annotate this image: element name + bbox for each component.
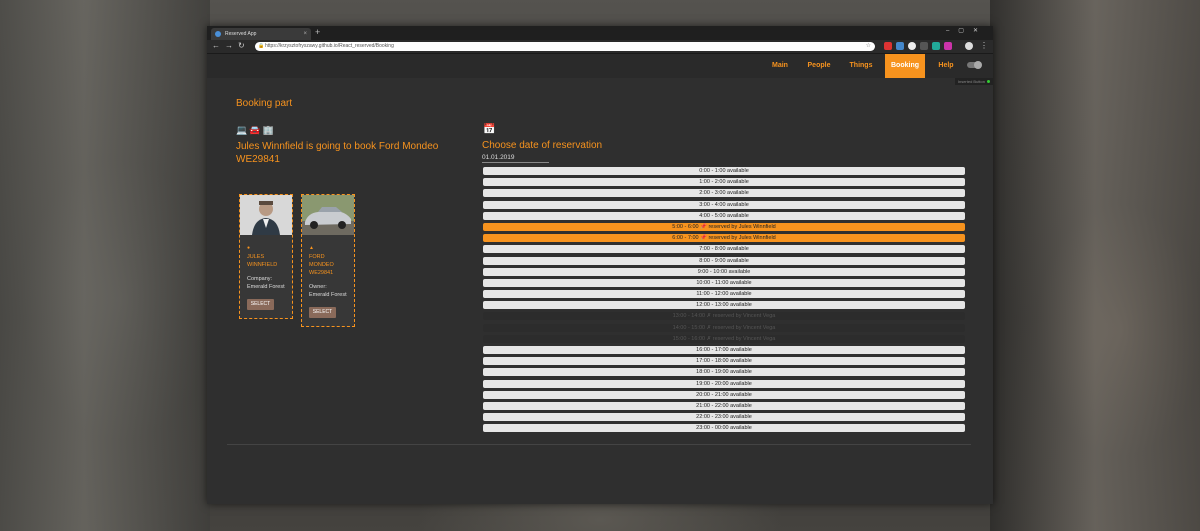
date-input[interactable]: 01.01.2019 (482, 154, 549, 163)
new-tab-icon[interactable]: + (315, 27, 320, 37)
time-slot: 15:00 - 16:00 ✗ reserved by Vincent Vega (483, 334, 965, 343)
nav-booking[interactable]: Booking (885, 54, 925, 78)
building-icon: 🏢 (262, 125, 276, 135)
browser-window: Reserved App × + –▢✕ ← → ↻ 🔒 https://krz… (207, 26, 993, 504)
person-card: ● JULES WINNFIELD Company: Emerald Forest … (239, 194, 293, 319)
time-slot[interactable]: 10:00 - 11:00 available (483, 278, 965, 287)
url-field[interactable]: 🔒 https://krzysztofryszawy.github.io/Rea… (255, 42, 875, 51)
time-slot[interactable]: 0:00 - 1:00 available (483, 167, 965, 175)
tab-title: Reserved App (225, 31, 257, 37)
thing-card: ▲ FORD MONDEO WE29841 Owner: Emerald Forest… (301, 194, 355, 327)
nav-people[interactable]: People (802, 54, 836, 78)
url-text: https://krzysztofryszawy.github.io/React… (265, 43, 394, 49)
select-person-button[interactable]: SELECT (247, 299, 274, 310)
browser-tab[interactable]: Reserved App × (211, 28, 311, 40)
browser-titlebar: Reserved App × + –▢✕ (207, 26, 993, 40)
person-company: Company: Emerald Forest (247, 276, 285, 290)
forward-icon[interactable]: → (225, 41, 233, 50)
profile-avatar[interactable] (965, 42, 973, 50)
user-icon: ● (247, 245, 251, 251)
extension-icon[interactable] (896, 42, 904, 50)
time-slot-list: 0:00 - 1:00 available 1:00 - 2:00 availab… (483, 167, 965, 436)
time-slot[interactable]: 1:00 - 2:00 available (483, 178, 965, 187)
time-slot[interactable]: 19:00 - 20:00 available (483, 379, 965, 388)
menu-icon[interactable]: ⋮ (980, 41, 988, 50)
person-name: JULES WINNFIELD (247, 254, 278, 268)
nav-main[interactable]: Main (765, 54, 795, 78)
lock-icon: 🔒 (258, 43, 265, 49)
app-navbar: Main People Things Booking Help Inserted… (207, 54, 993, 85)
nav-help[interactable]: Help (932, 54, 960, 78)
extension-icon[interactable] (944, 42, 952, 50)
laptop-icon: 💻 (236, 125, 250, 135)
time-slot[interactable]: 16:00 - 17:00 available (483, 346, 965, 354)
address-bar: ← → ↻ 🔒 https://krzysztofryszawy.github.… (207, 40, 993, 54)
background-right (990, 0, 1200, 531)
thing-name: FORD MONDEO WE29841 (309, 254, 334, 276)
time-slot[interactable]: 8:00 - 9:00 available (483, 256, 965, 265)
car-small-icon: ▲ (309, 245, 314, 251)
time-slot: 13:00 - 14:00 ✗ reserved by Vincent Vega (483, 312, 965, 321)
choose-date-title: Choose date of reservation (482, 140, 603, 151)
time-slot[interactable]: 23:00 - 00:00 available (483, 424, 965, 433)
time-slot[interactable]: 18:00 - 19:00 available (483, 368, 965, 377)
time-slot[interactable]: 2:00 - 3:00 available (483, 189, 965, 198)
theme-toggle[interactable] (967, 61, 982, 69)
time-slot[interactable]: 12:00 - 13:00 available (483, 301, 965, 310)
reload-icon[interactable]: ↻ (238, 41, 245, 50)
car-icon: 🚘 (249, 125, 263, 135)
resource-icons: 💻🚘🏢 (236, 125, 276, 136)
extension-icon[interactable] (920, 42, 928, 50)
star-icon[interactable]: ☆ (866, 42, 871, 51)
extension-icon[interactable] (932, 42, 940, 50)
back-icon[interactable]: ← (212, 41, 220, 50)
car-photo (302, 195, 354, 235)
select-thing-button[interactable]: SELECT (309, 307, 336, 318)
time-slot[interactable]: 6:00 - 7:00 📌 reserved by Jules Winnfiel… (483, 234, 965, 243)
person-photo (240, 195, 292, 235)
time-slot[interactable]: 17:00 - 18:00 available (483, 357, 965, 366)
time-slot[interactable]: 21:00 - 22:00 available (483, 401, 965, 410)
thing-owner: Owner: Emerald Forest (309, 284, 347, 298)
calendar-icon: 📅 (483, 124, 496, 135)
section-title: Booking part (236, 98, 293, 109)
extension-icon[interactable] (908, 42, 916, 50)
time-slot[interactable]: 11:00 - 12:00 available (483, 290, 965, 299)
time-slot[interactable]: 5:00 - 6:00 📌 reserved by Jules Winnfiel… (483, 222, 965, 231)
window-controls[interactable]: –▢✕ (946, 27, 987, 34)
tab-close-icon[interactable]: × (303, 28, 307, 40)
time-slot[interactable]: 4:00 - 5:00 available (483, 211, 965, 220)
extension-icon[interactable] (884, 42, 892, 50)
booking-heading: Jules Winnfield is going to book Ford Mo… (236, 141, 439, 165)
time-slot[interactable]: 9:00 - 10:00 available (483, 267, 965, 276)
time-slot: 14:00 - 15:00 ✗ reserved by Vincent Vega (483, 323, 965, 332)
time-slot[interactable]: 3:00 - 4:00 available (483, 200, 965, 209)
time-slot[interactable]: 7:00 - 8:00 available (483, 245, 965, 254)
divider (227, 444, 971, 445)
main-content: Booking part 💻🚘🏢 Jules Winnfield is goin… (207, 77, 993, 504)
background-left (0, 0, 210, 531)
time-slot[interactable]: 22:00 - 23:00 available (483, 413, 965, 422)
favicon-icon (215, 31, 221, 37)
time-slot[interactable]: 20:00 - 21:00 available (483, 390, 965, 399)
nav-things[interactable]: Things (843, 54, 879, 78)
